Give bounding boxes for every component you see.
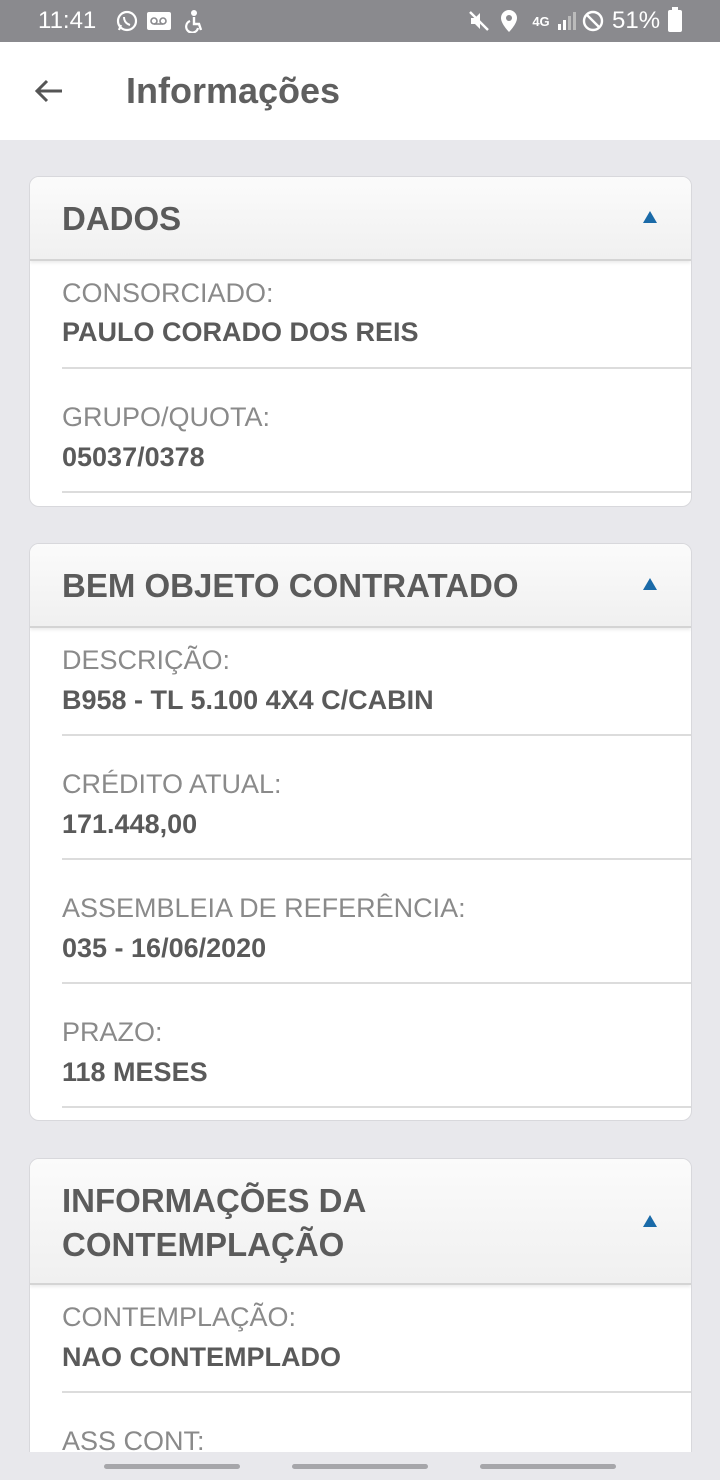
nav-home-button[interactable] <box>292 1464 428 1469</box>
field-consorciado: CONSORCIADO: PAULO CORADO DOS REIS <box>30 261 691 369</box>
collapse-arrow-icon[interactable] <box>643 211 657 223</box>
battery-percent: 51% <box>612 7 661 34</box>
field-assembleia: ASSEMBLEIA DE REFERÊNCIA: 035 - 16/06/20… <box>30 860 691 984</box>
card-title: BEM OBJETO CONTRATADO <box>62 567 519 604</box>
whatsapp-icon <box>114 8 140 34</box>
field-label: GRUPO/QUOTA: <box>62 402 271 432</box>
card-title: DADOS <box>62 200 182 237</box>
field-prazo: PRAZO: 118 MESES <box>30 984 691 1108</box>
network-label: 4G <box>532 13 550 29</box>
app-bar: Informações <box>0 42 720 140</box>
status-time: 11:41 <box>38 7 97 34</box>
divider <box>62 1106 691 1108</box>
field-value: PAULO CORADO DOS REIS <box>62 317 419 347</box>
card-title-line2: CONTEMPLAÇÃO <box>62 1226 345 1263</box>
page-title: Informações <box>126 70 341 111</box>
field-label: CRÉDITO ATUAL: <box>62 769 282 799</box>
nav-back-button[interactable] <box>480 1464 616 1469</box>
location-icon <box>496 8 522 34</box>
battery-icon <box>668 7 682 32</box>
mute-icon <box>466 8 492 34</box>
field-label: ASSEMBLEIA DE REFERÊNCIA: <box>62 893 466 923</box>
card-bem-objeto: BEM OBJETO CONTRATADO DESCRIÇÃO: B958 - … <box>29 543 692 1121</box>
field-grupo-quota: GRUPO/QUOTA: 05037/0378 <box>30 369 691 493</box>
field-value: B958 - TL 5.100 4X4 C/CABIN <box>62 685 434 715</box>
card-header-contemplacao[interactable]: INFORMAÇÕES DA CONTEMPLAÇÃO <box>30 1159 691 1285</box>
signal-icon <box>554 8 580 34</box>
field-credito-atual: CRÉDITO ATUAL: 171.448,00 <box>30 736 691 860</box>
field-label: PRAZO: <box>62 1017 163 1047</box>
card-title-line1: INFORMAÇÕES DA <box>62 1182 367 1219</box>
do-not-disturb-icon <box>580 8 606 34</box>
card-dados: DADOS CONSORCIADO: PAULO CORADO DOS REIS… <box>29 176 692 507</box>
collapse-arrow-icon[interactable] <box>643 578 657 590</box>
field-value: 118 MESES <box>62 1057 208 1087</box>
voicemail-icon <box>146 8 172 34</box>
card-header-dados[interactable]: DADOS <box>30 177 691 261</box>
back-button[interactable] <box>28 70 70 112</box>
navigation-bar <box>0 1452 720 1480</box>
collapse-arrow-icon[interactable] <box>643 1215 657 1227</box>
field-label: DESCRIÇÃO: <box>62 645 231 675</box>
card-header-bem-objeto[interactable]: BEM OBJETO CONTRATADO <box>30 544 691 628</box>
field-label: CONSORCIADO: <box>62 278 274 308</box>
field-contemplacao: CONTEMPLAÇÃO: NAO CONTEMPLADO <box>30 1285 691 1393</box>
divider <box>62 491 691 493</box>
field-label: CONTEMPLAÇÃO: <box>62 1302 297 1332</box>
field-value: NAO CONTEMPLADO <box>62 1342 341 1372</box>
field-value: 05037/0378 <box>62 442 205 472</box>
status-bar: 11:41 4G 51% <box>0 0 720 42</box>
field-descricao: DESCRIÇÃO: B958 - TL 5.100 4X4 C/CABIN <box>30 628 691 736</box>
accessibility-icon <box>180 8 206 34</box>
nav-recents-button[interactable] <box>104 1464 240 1469</box>
card-contemplacao: INFORMAÇÕES DA CONTEMPLAÇÃO CONTEMPLAÇÃO… <box>29 1158 692 1478</box>
arrow-left-icon <box>34 79 62 103</box>
field-value: 035 - 16/06/2020 <box>62 933 267 963</box>
field-value: 171.448,00 <box>62 809 198 839</box>
